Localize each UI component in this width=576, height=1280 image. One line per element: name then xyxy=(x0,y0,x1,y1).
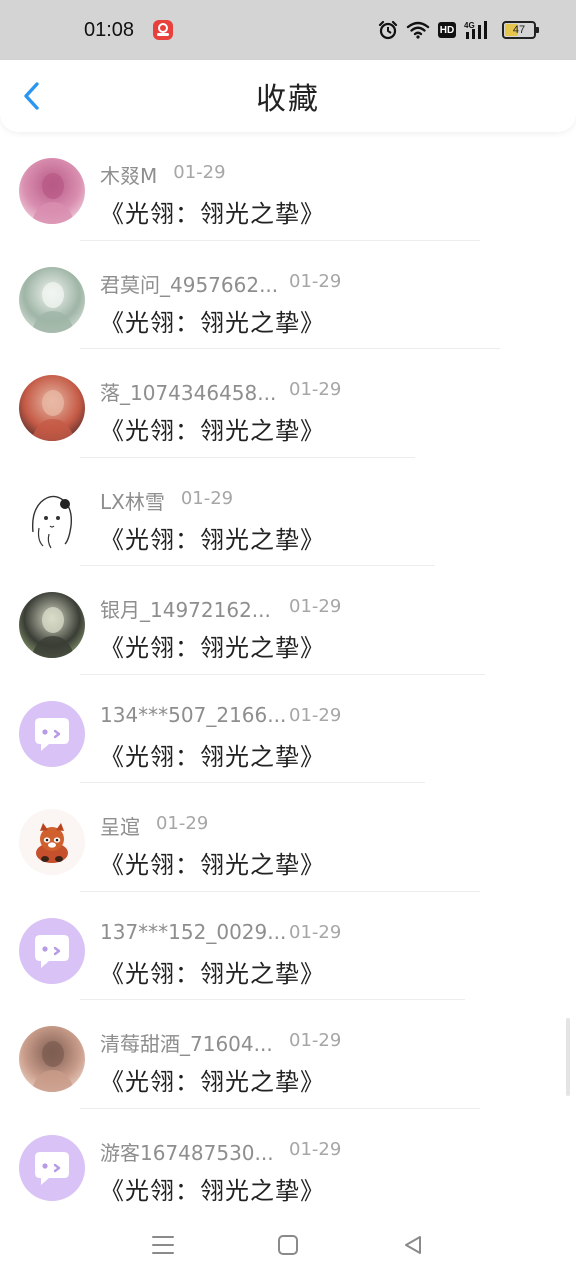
avatar[interactable] xyxy=(19,809,85,875)
hd-icon: HD xyxy=(438,22,456,38)
item-title: 《光翎：翎光之挚》 xyxy=(100,851,325,879)
item-date: 01-29 xyxy=(289,596,342,617)
svg-text:4G: 4G xyxy=(464,21,475,30)
avatar[interactable] xyxy=(19,592,85,658)
user-photo-avatar-image xyxy=(19,375,85,441)
page-title: 收藏 xyxy=(256,82,320,117)
status-bar: 01:08 HD 4G 47 xyxy=(0,0,576,60)
item-date: 01-29 xyxy=(289,1138,342,1160)
user-photo-avatar-image xyxy=(19,158,85,224)
user-photo-avatar-image xyxy=(19,1026,85,1092)
item-date: 01-29 xyxy=(289,1030,342,1051)
item-title: 《光翎：翎光之挚》 xyxy=(100,1068,325,1096)
app-notification-icon xyxy=(152,19,174,41)
user-photo-avatar-image xyxy=(19,592,85,658)
item-title: 《光翎：翎光之挚》 xyxy=(100,525,325,554)
battery-level: 47 xyxy=(512,24,526,36)
signal-4g-icon: 4G xyxy=(464,20,490,40)
sketch-avatar-image xyxy=(19,483,85,550)
back-nav-button[interactable] xyxy=(393,1225,433,1265)
list-item[interactable]: 呈逭 01-29 《光翎：翎光之挚》 xyxy=(0,783,576,892)
item-title: 《光翎：翎光之挚》 xyxy=(100,959,325,988)
item-date: 01-29 xyxy=(289,704,342,726)
default-avatar-icon xyxy=(19,917,85,984)
item-title: 《光翎：翎光之挚》 xyxy=(100,634,325,662)
list-item[interactable]: 134***507_2166... 01-29 《光翎：翎光之挚》 xyxy=(0,675,576,783)
user-name: 游客167487530... xyxy=(100,1140,274,1165)
user-name: 木叕M xyxy=(100,164,158,188)
default-avatar-icon xyxy=(19,700,85,767)
avatar[interactable] xyxy=(19,1026,85,1092)
item-date: 01-29 xyxy=(289,379,342,400)
chevron-left-icon xyxy=(24,82,39,110)
default-avatar-icon xyxy=(19,1134,85,1201)
red-panda-avatar-image xyxy=(19,809,85,875)
avatar[interactable] xyxy=(19,158,85,224)
list-item[interactable]: 137***152_0029... 01-29 《光翎：翎光之挚》 xyxy=(0,892,576,1000)
item-title: 《光翎：翎光之挚》 xyxy=(100,200,325,228)
avatar[interactable] xyxy=(19,700,85,767)
avatar[interactable] xyxy=(19,266,85,333)
item-title: 《光翎：翎光之挚》 xyxy=(100,742,325,771)
avatar[interactable] xyxy=(19,483,85,550)
item-date: 01-29 xyxy=(289,921,342,943)
header: 收藏 xyxy=(0,60,576,132)
user-name: 落_1074346458... xyxy=(100,381,277,405)
user-photo-avatar-image xyxy=(19,266,85,333)
list-item[interactable]: 君莫问_4957662... 01-29 《光翎：翎光之挚》 xyxy=(0,241,576,349)
menu-icon xyxy=(151,1236,174,1254)
item-date: 01-29 xyxy=(155,813,209,834)
user-name: 呈逭 xyxy=(100,815,140,839)
back-button[interactable] xyxy=(14,78,50,114)
list-item[interactable]: 木叕M 01-29 《光翎：翎光之挚》 xyxy=(0,132,576,241)
user-name: LX林雪 xyxy=(100,489,165,514)
status-icons: HD 4G 47 xyxy=(378,20,539,40)
user-name: 137***152_0029... xyxy=(100,919,287,944)
avatar[interactable] xyxy=(19,1134,85,1201)
item-date: 01-29 xyxy=(289,270,342,292)
home-icon xyxy=(277,1235,298,1255)
list-item[interactable]: 银月_14972162... 01-29 《光翎：翎光之挚》 xyxy=(0,566,576,675)
scrollbar[interactable] xyxy=(566,1018,570,1096)
item-title: 《光翎：翎光之挚》 xyxy=(100,1176,325,1205)
list-item[interactable]: 清莓甜酒_71604... 01-29 《光翎：翎光之挚》 xyxy=(0,1000,576,1109)
item-title: 《光翎：翎光之挚》 xyxy=(100,308,325,337)
system-nav-bar xyxy=(0,1210,576,1280)
list-item[interactable]: 落_1074346458... 01-29 《光翎：翎光之挚》 xyxy=(0,349,576,458)
home-button[interactable] xyxy=(268,1225,308,1265)
user-name: 134***507_2166... xyxy=(100,702,287,727)
user-name: 君莫问_4957662... xyxy=(100,272,279,297)
avatar[interactable] xyxy=(19,375,85,441)
item-date: 01-29 xyxy=(180,487,234,509)
alarm-icon xyxy=(378,20,398,40)
user-name: 清莓甜酒_71604... xyxy=(100,1032,273,1056)
avatar[interactable] xyxy=(19,917,85,984)
wifi-icon xyxy=(406,21,430,39)
item-date: 01-29 xyxy=(173,162,226,183)
back-triangle-icon xyxy=(405,1236,422,1254)
battery-icon: 47 xyxy=(502,21,539,39)
list-item[interactable]: 游客167487530... 01-29 《光翎：翎光之挚》 xyxy=(0,1109,576,1218)
favorites-list: 木叕M 01-29 《光翎：翎光之挚》 君莫问_4957662... 01-29… xyxy=(0,132,576,1217)
status-time: 01:08 xyxy=(84,18,135,41)
user-name: 银月_14972162... xyxy=(100,598,271,622)
menu-button[interactable] xyxy=(143,1225,183,1265)
item-title: 《光翎：翎光之挚》 xyxy=(100,417,325,445)
list-item[interactable]: LX林雪 01-29 《光翎：翎光之挚》 xyxy=(0,458,576,566)
